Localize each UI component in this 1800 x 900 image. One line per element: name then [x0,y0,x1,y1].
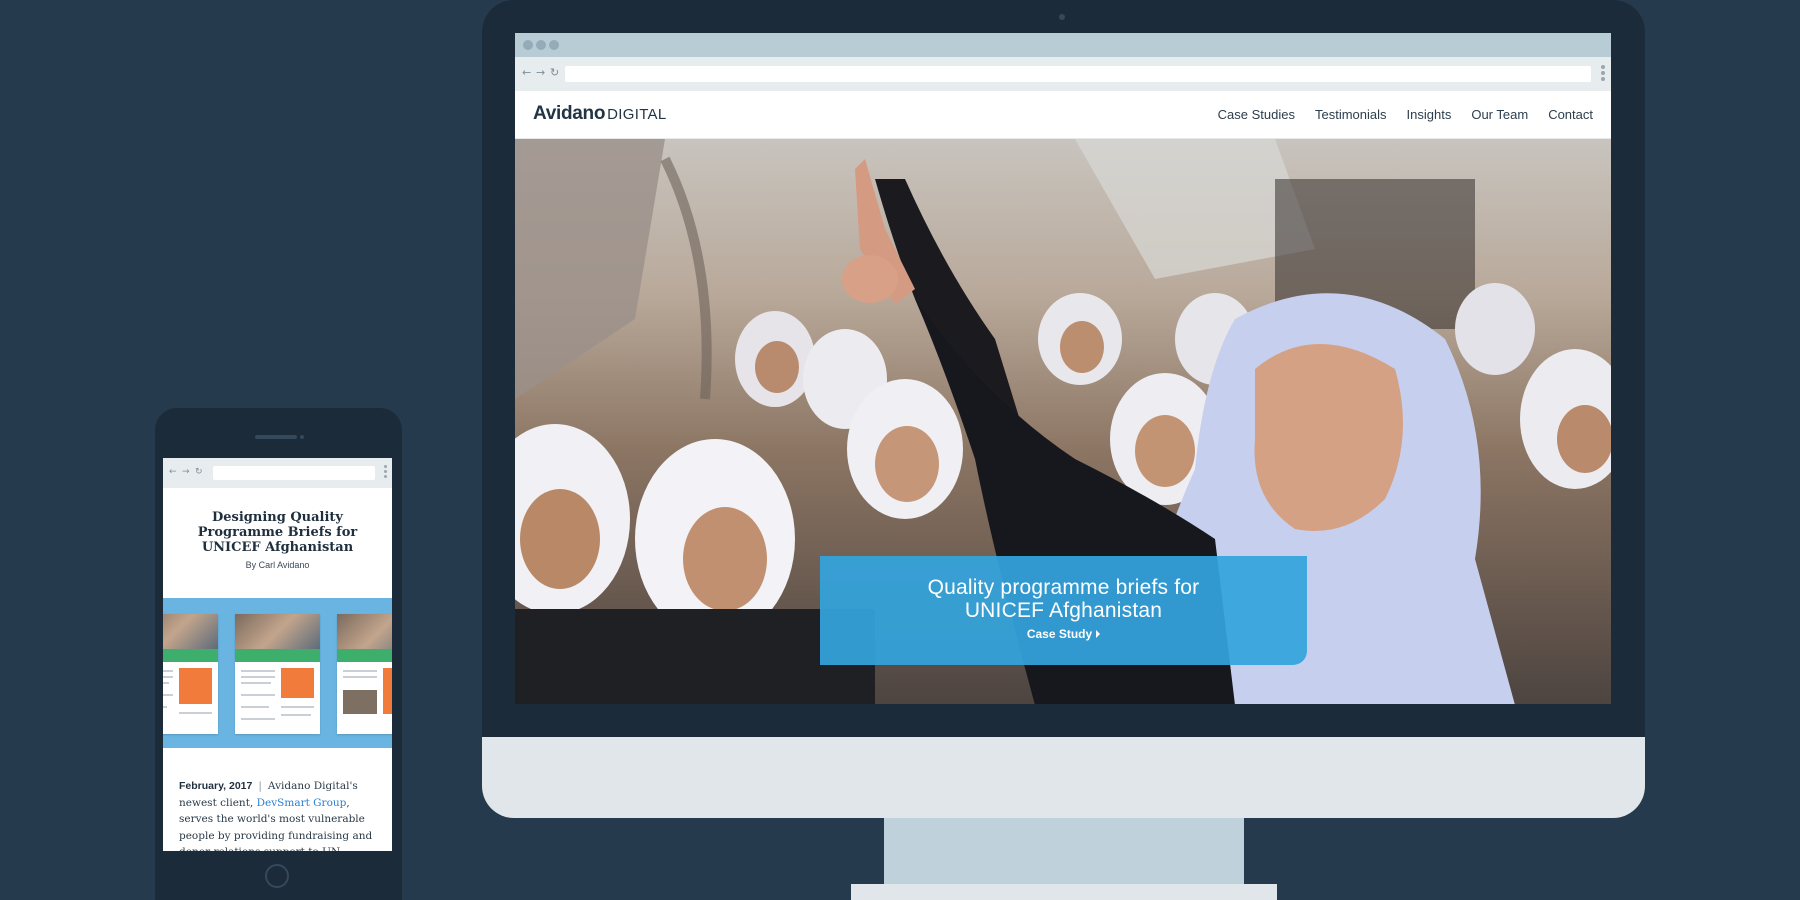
caret-right-icon [1096,630,1101,638]
article-body: February, 2017 | Avidano Digital's newest … [179,778,379,851]
devsmart-group-link[interactable]: DevSmart Group [257,797,347,809]
article-date: February, 2017 [179,780,253,792]
monitor-chin [482,737,1645,818]
desktop-browser-window: ← → ↻ Avidano DIGITAL Case Studies Testim… [515,33,1611,704]
case-study-link-label: Case Study [1026,627,1093,641]
logo-wordmark: Avidano [533,103,606,124]
monitor-stand-base [851,884,1277,900]
programme-brief-thumbnail [235,614,320,734]
hero-title: Quality programme briefs for UNICEF Afgh… [820,576,1307,622]
sensor-icon [300,435,304,439]
window-minimize-dot-icon[interactable] [536,40,546,50]
mobile-address-bar[interactable] [213,466,375,480]
back-arrow-icon[interactable]: ← [169,467,177,477]
hero-caption-card[interactable]: Quality programme briefs for UNICEF Afgh… [820,556,1307,665]
programme-brief-thumbnail [163,614,218,734]
logo-subtext: DIGITAL [607,106,667,123]
window-maximize-dot-icon[interactable] [549,40,559,50]
hero-title-line-1: Quality programme briefs for [927,576,1200,599]
kebab-menu-icon[interactable] [1601,65,1605,83]
reload-icon[interactable]: ↻ [550,66,559,79]
monitor-bezel: ← → ↻ Avidano DIGITAL Case Studies Testim… [482,0,1645,737]
mobile-browser-window: ← → ↻ Designing Quality Programme Briefs… [163,458,392,851]
article-title: Designing Quality Programme Briefs for U… [197,510,358,555]
date-separator: | [258,780,262,792]
hero-section: Quality programme briefs for UNICEF Afgh… [515,139,1611,704]
nav-link-our-team[interactable]: Our Team [1471,107,1528,122]
desktop-monitor: ← → ↻ Avidano DIGITAL Case Studies Testim… [482,0,1645,818]
back-arrow-icon[interactable]: ← [522,66,531,79]
window-close-dot-icon[interactable] [523,40,533,50]
speaker-icon [255,435,297,439]
primary-nav: Case Studies Testimonials Insights Our T… [1218,107,1593,122]
browser-toolbar: ← → ↻ [515,57,1611,91]
site-header: Avidano DIGITAL Case Studies Testimonials… [515,91,1611,139]
camera-icon [1059,14,1065,20]
home-button-icon[interactable] [265,864,289,888]
monitor-stand-neck [884,818,1244,884]
forward-arrow-icon[interactable]: → [536,66,545,79]
article-banner [163,598,392,748]
article-byline: By Carl Avidano [245,560,310,570]
reload-icon[interactable]: ↻ [195,467,203,477]
browser-titlebar [515,33,1611,57]
mobile-browser-toolbar: ← → ↻ [163,458,392,488]
address-bar[interactable] [565,66,1591,82]
nav-link-contact[interactable]: Contact [1548,107,1593,122]
kebab-menu-icon[interactable] [384,465,387,480]
hero-title-line-2: UNICEF Afghanistan [964,599,1163,622]
mobile-phone: ← → ↻ Designing Quality Programme Briefs… [155,408,402,900]
case-study-link[interactable]: Case Study [820,627,1307,641]
forward-arrow-icon[interactable]: → [182,467,190,477]
site-logo[interactable]: Avidano DIGITAL [533,103,667,125]
programme-brief-thumbnail [337,614,392,734]
nav-link-insights[interactable]: Insights [1407,107,1452,122]
nav-link-case-studies[interactable]: Case Studies [1218,107,1295,122]
nav-link-testimonials[interactable]: Testimonials [1315,107,1387,122]
